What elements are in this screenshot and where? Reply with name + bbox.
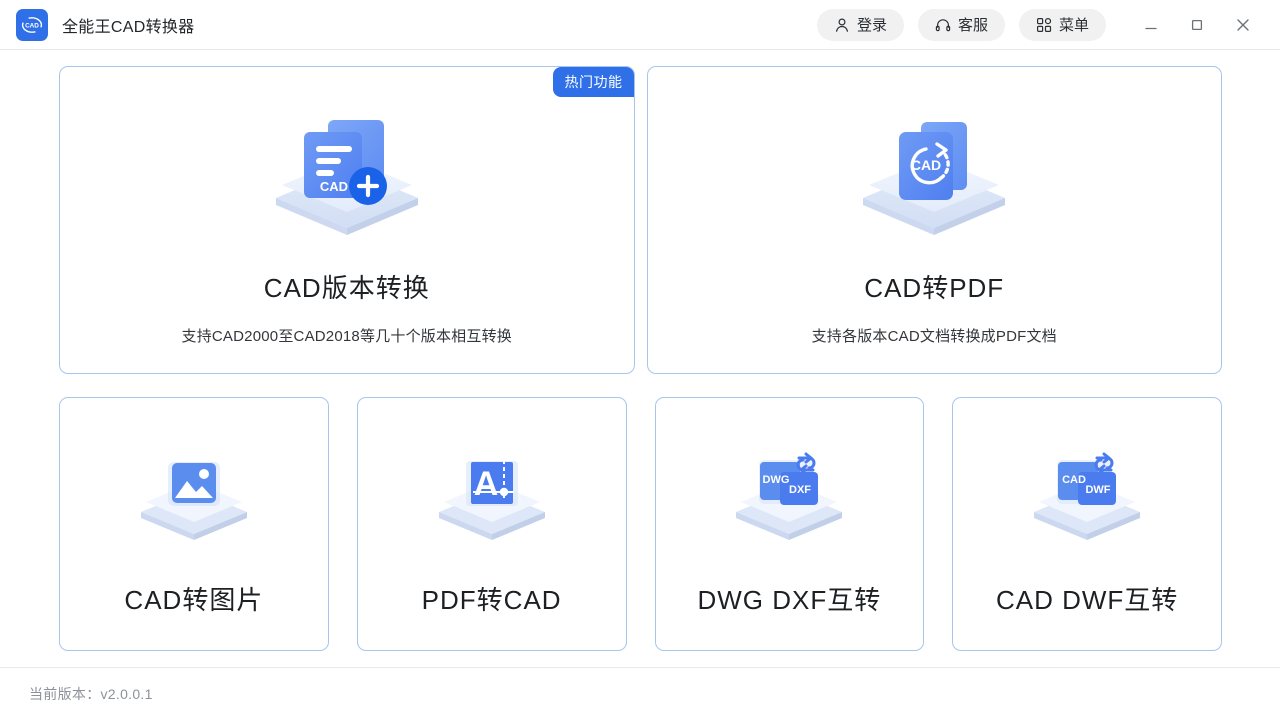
icon-label-left: CAD — [1062, 474, 1086, 486]
feature-row-secondary: CAD转图片 A PDF转CAD DWG DXF DWG DXF互转 CAD D… — [59, 397, 1222, 651]
close-button[interactable] — [1220, 8, 1266, 42]
picture-icon — [130, 440, 258, 552]
icon-label: A — [473, 465, 498, 503]
icon-label: CAD — [911, 157, 941, 173]
footer-bar: 当前版本：v2.0.0.1 — [0, 667, 1280, 719]
icon-label-right: DWF — [1086, 484, 1111, 496]
two-files-swap-icon: CAD DWF — [1023, 440, 1151, 552]
card-title: CAD转PDF — [864, 273, 1005, 303]
app-logo-icon: CAD — [16, 8, 48, 41]
card-pdf-to-cad[interactable]: A PDF转CAD — [356, 397, 627, 651]
card-subtitle: 支持CAD2000至CAD2018等几十个版本相互转换 — [181, 328, 512, 345]
card-cad-dwf-swap[interactable]: CAD DWF CAD DWF互转 — [952, 397, 1222, 651]
hot-feature-badge: 热门功能 — [552, 67, 634, 97]
support-label: 客服 — [957, 17, 988, 34]
card-dwg-dxf-swap[interactable]: DWG DXF DWG DXF互转 — [654, 397, 925, 651]
card-title: CAD转图片 — [124, 585, 264, 615]
cad-document-plus-icon: CAD — [262, 106, 432, 238]
minimize-button[interactable] — [1128, 8, 1174, 42]
menu-button[interactable]: 菜单 — [1018, 8, 1106, 41]
menu-label: 菜单 — [1058, 17, 1089, 34]
two-files-swap-icon: DWG DXF — [725, 440, 853, 552]
card-title: CAD版本转换 — [263, 273, 430, 303]
icon-label-right: DXF — [789, 484, 811, 496]
main-content: 热门功能 CAD CAD版本转换 支持CAD2000至CAD2018等几十个版本… — [0, 50, 1280, 667]
card-cad-to-pdf[interactable]: CAD CAD转PDF 支持各版本CAD文档转换成PDF文档 — [646, 66, 1222, 374]
card-title: DWG DXF互转 — [697, 585, 882, 615]
maximize-button[interactable] — [1174, 8, 1220, 42]
svg-text:CAD: CAD — [25, 22, 39, 29]
card-title: PDF转CAD — [421, 585, 562, 615]
login-button[interactable]: 登录 — [816, 8, 904, 41]
app-title: 全能王CAD转换器 — [62, 18, 195, 36]
cad-refresh-document-icon: CAD — [849, 106, 1019, 238]
login-label: 登录 — [856, 17, 887, 34]
grid-menu-icon — [1036, 17, 1052, 33]
card-cad-version-convert[interactable]: 热门功能 CAD CAD版本转换 支持CAD2000至CAD2018等几十个版本… — [59, 66, 635, 374]
icon-label: CAD — [320, 179, 348, 194]
title-bar: CAD 全能王CAD转换器 登录 客服 菜单 — [0, 0, 1280, 50]
support-button[interactable]: 客服 — [917, 8, 1005, 41]
headset-icon — [935, 17, 951, 33]
card-title: CAD DWF互转 — [995, 585, 1179, 615]
user-icon — [834, 17, 850, 33]
icon-label-left: DWG — [763, 474, 790, 486]
letter-a-crosshair-icon: A — [428, 440, 556, 552]
card-subtitle: 支持各版本CAD文档转换成PDF文档 — [811, 328, 1057, 345]
version-label: 当前版本：v2.0.0.1 — [29, 685, 153, 702]
card-cad-to-image[interactable]: CAD转图片 — [59, 397, 329, 651]
window-controls — [1128, 8, 1266, 42]
feature-row-primary: 热门功能 CAD CAD版本转换 支持CAD2000至CAD2018等几十个版本… — [59, 66, 1222, 374]
